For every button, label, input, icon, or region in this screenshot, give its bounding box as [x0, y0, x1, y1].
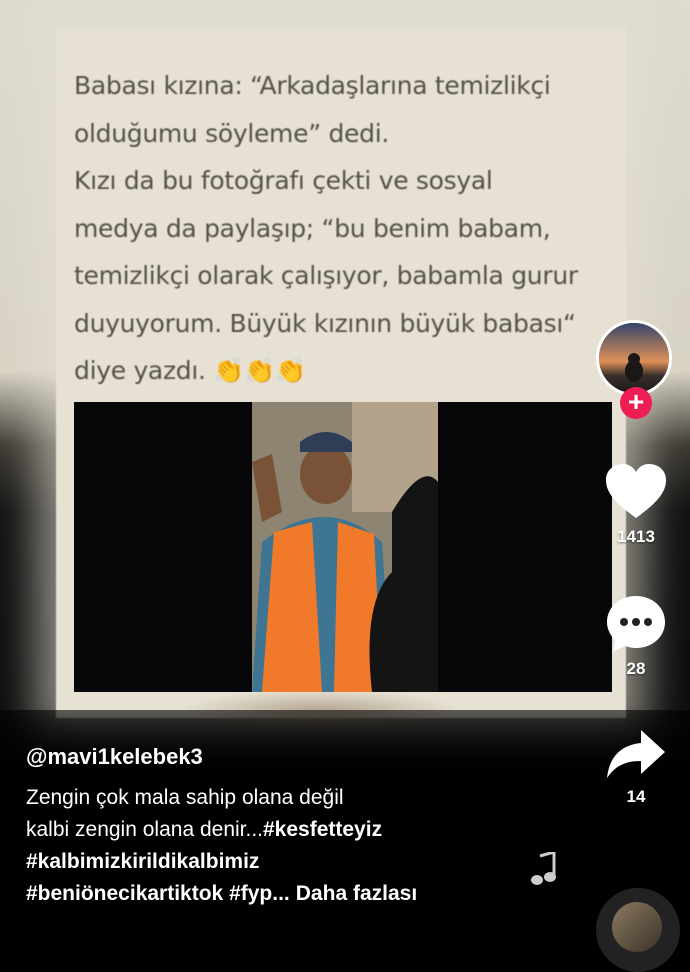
quote-line: olduğumu söyleme” dedi. — [74, 118, 389, 148]
share-button[interactable]: 14 — [590, 728, 682, 807]
caption-text: kalbi zengin olana denir... — [26, 818, 263, 841]
hashtag-link[interactable]: #beniönecikartiktok — [26, 882, 223, 905]
like-count: 1413 — [617, 527, 655, 546]
share-arrow-icon — [607, 730, 665, 778]
quote-line: Kızı da bu fotoğrafı çekti ve sosyal — [74, 166, 493, 195]
share-count: 14 — [626, 787, 646, 806]
selfie-photo — [74, 402, 612, 692]
hashtag-link[interactable]: #fyp... — [229, 882, 290, 905]
quote-line: medya da paylaşıp; “bu benim babam, — [74, 213, 551, 243]
photo-content — [252, 402, 438, 692]
photo-figures — [252, 402, 438, 692]
comment-count: 28 — [626, 659, 646, 678]
caption-line: Zengin çok mala sahip olana değil — [26, 786, 344, 809]
hashtag-link[interactable]: #kalbimizkirildikalbimiz — [26, 850, 259, 873]
quote-line: diye yazdı. 👏👏👏 — [74, 356, 306, 385]
music-note-icon — [530, 850, 560, 893]
video-caption: @mavi1kelebek3 Zengin çok mala sahip ola… — [26, 744, 586, 910]
like-button[interactable]: 1413 — [590, 462, 682, 547]
quote-text: Babası kızına: “Arkadaşlarına temizlikçi… — [74, 62, 614, 395]
caption-line: #kalbimizkirildikalbimiz — [26, 846, 586, 878]
comment-button[interactable]: 28 — [590, 594, 682, 679]
caption-line: #beniönecikartiktok #fyp... Daha fazlası — [26, 878, 586, 910]
quote-line: temizlikçi olarak çalışıyor, babamla gur… — [74, 261, 578, 290]
music-disc[interactable] — [596, 888, 680, 972]
caption-description: Zengin çok mala sahip olana değil kalbi … — [26, 782, 586, 910]
follow-button[interactable]: + — [620, 387, 652, 419]
comment-bubble-icon — [607, 596, 665, 652]
see-more-button[interactable]: Daha fazlası — [296, 882, 417, 905]
quote-line: Babası kızına: “Arkadaşlarına temizlikçi — [74, 71, 551, 100]
quote-line: duyuyorum. Büyük kızının büyük babası“ — [74, 308, 576, 338]
hashtag-link[interactable]: #kesfetteyiz — [263, 818, 382, 841]
avatar-image — [599, 323, 669, 393]
heart-icon — [606, 464, 666, 518]
creator-avatar[interactable] — [596, 320, 672, 396]
username-link[interactable]: @mavi1kelebek3 — [26, 744, 586, 770]
music-disc-cover — [612, 902, 662, 952]
caption-line: kalbi zengin olana denir...#kesfetteyiz — [26, 814, 586, 846]
